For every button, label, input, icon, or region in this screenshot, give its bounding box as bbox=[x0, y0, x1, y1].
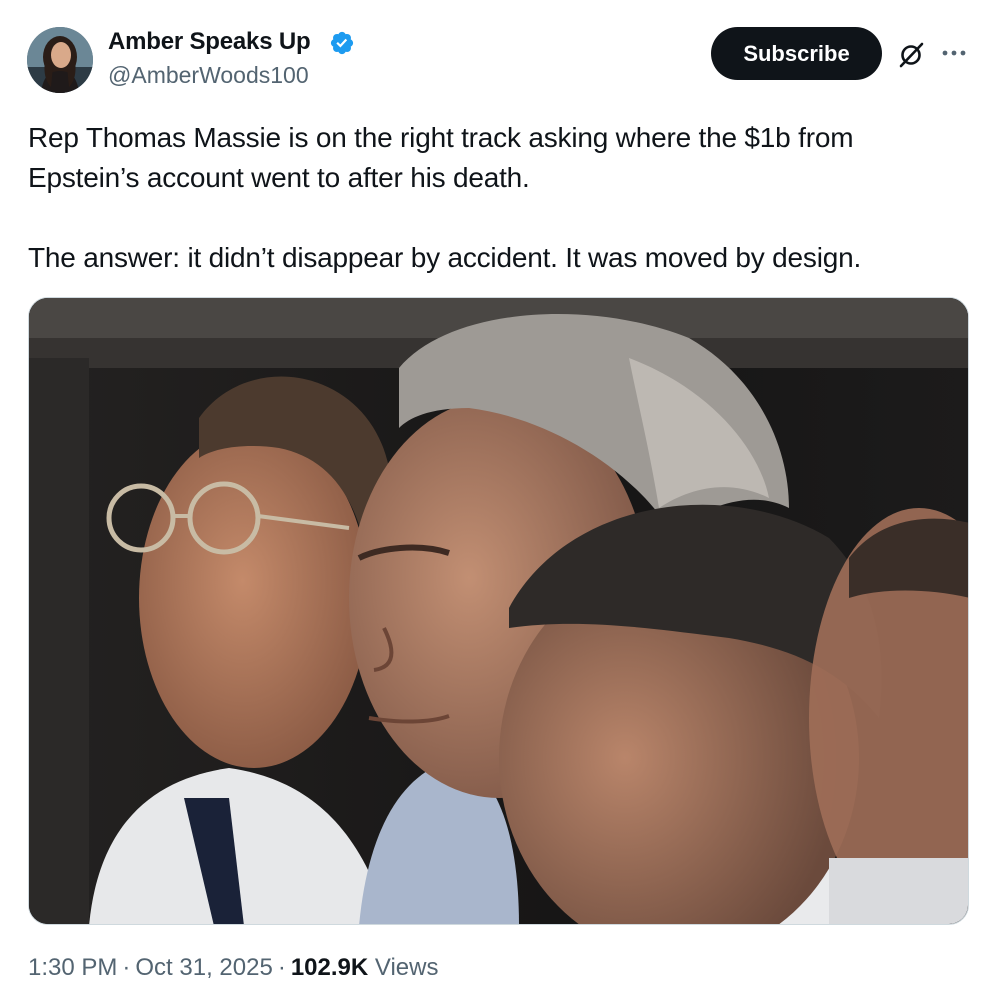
tweet-image[interactable] bbox=[28, 297, 969, 925]
tweet: Amber Speaks Up @AmberWoods100 Subscribe… bbox=[0, 0, 997, 1000]
tweet-meta: 1:30 PM · Oct 31, 2025 · 102.9K Views bbox=[28, 954, 438, 982]
meta-separator: · bbox=[277, 954, 286, 981]
avatar-photo bbox=[27, 27, 93, 93]
tweet-date[interactable]: Oct 31, 2025 bbox=[135, 954, 272, 981]
photo-four-men-seated bbox=[29, 298, 968, 924]
tweet-paragraph: The answer: it didn’t disappear by accid… bbox=[28, 242, 862, 273]
grok-icon[interactable] bbox=[897, 41, 925, 69]
verified-badge-icon bbox=[330, 31, 354, 55]
author-avatar[interactable] bbox=[27, 27, 93, 93]
tweet-time[interactable]: 1:30 PM bbox=[28, 954, 117, 981]
views-label: Views bbox=[374, 954, 439, 981]
views-count: 102.9K bbox=[290, 954, 369, 981]
subscribe-button[interactable]: Subscribe bbox=[711, 27, 882, 80]
meta-separator: · bbox=[122, 954, 131, 981]
tweet-paragraph: Rep Thomas Massie is on the right track … bbox=[28, 122, 854, 193]
tweet-text: Rep Thomas Massie is on the right track … bbox=[28, 118, 958, 278]
author-handle[interactable]: @AmberWoods100 bbox=[108, 62, 309, 89]
author-display-name[interactable]: Amber Speaks Up bbox=[108, 28, 311, 56]
more-icon[interactable] bbox=[939, 41, 969, 65]
